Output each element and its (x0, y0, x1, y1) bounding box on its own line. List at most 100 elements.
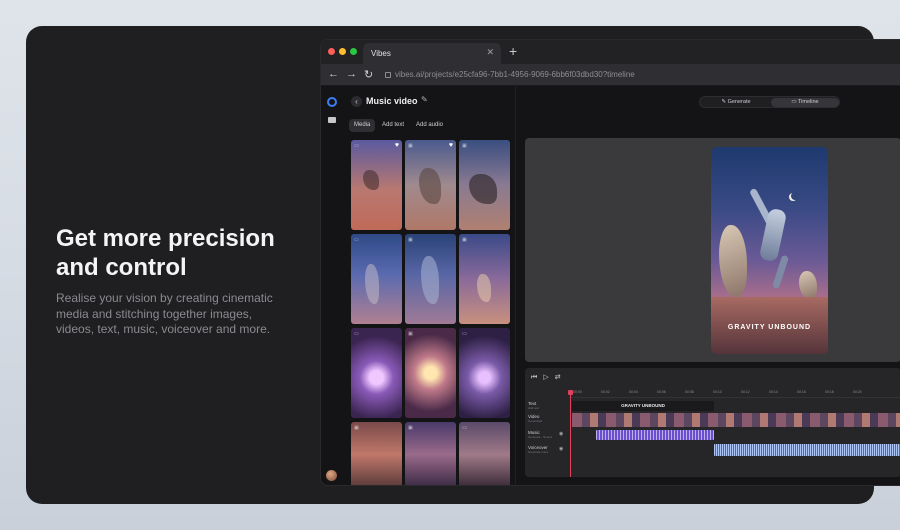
track-label-voiceover: Voiceover Generate voice (528, 445, 548, 455)
video-icon: ▭ (354, 237, 359, 243)
preview-frame[interactable]: GRAVITY UNBOUND (711, 147, 828, 354)
media-panel: ‹ Music video ✎ Media Add text Add audio… (343, 86, 515, 485)
media-thumbnail[interactable]: ▭ (459, 328, 510, 418)
timeline-tick: 00:06 (657, 390, 666, 394)
video-icon: ▭ (462, 425, 467, 431)
preview-title-overlay: GRAVITY UNBOUND (727, 324, 812, 331)
timeline-tick: 00:18 (825, 390, 834, 394)
back-arrow-icon[interactable]: ← (328, 68, 339, 80)
rock-graphic (719, 225, 747, 297)
url-text: vibes.ai/projects/e25cfa96-7bb1-4956-906… (395, 70, 635, 79)
playhead[interactable] (568, 390, 573, 477)
generate-mode-button[interactable]: ✎ Generate (702, 98, 770, 107)
window-minimize-button[interactable] (339, 48, 346, 55)
skip-back-icon[interactable]: ⏮ (531, 374, 537, 381)
music-clip[interactable] (596, 430, 714, 440)
image-icon: ▣ (408, 143, 413, 149)
media-thumbnail[interactable]: ▭ (351, 328, 402, 418)
tab-add-audio[interactable]: Add audio (411, 119, 448, 132)
timeline-mode-button[interactable]: ▭ Timeline (771, 98, 839, 107)
generate-label: Generate (727, 99, 751, 105)
loop-icon[interactable]: ⇄ (555, 374, 561, 381)
mode-toggle: ✎ Generate ▭ Timeline (699, 96, 840, 108)
heart-icon[interactable]: ♥ (449, 142, 453, 149)
window-close-button[interactable] (328, 48, 335, 55)
image-icon: ▣ (408, 425, 413, 431)
timeline-tick: 00:08 (685, 390, 694, 394)
media-thumbnail[interactable]: ▣ (405, 328, 456, 418)
heart-icon[interactable]: ♥ (395, 142, 399, 149)
lock-icon (385, 72, 391, 78)
voiceover-clip[interactable] (714, 444, 900, 456)
rock-graphic (799, 271, 817, 299)
timeline-tick: 00:04 (629, 390, 638, 394)
track-sub: Generate voice (528, 450, 549, 454)
folder-icon[interactable] (328, 117, 336, 123)
window-maximize-button[interactable] (350, 48, 357, 55)
video-icon: ▭ (354, 331, 359, 337)
media-thumbnail[interactable]: ▭ ♥ (351, 140, 402, 230)
timeline-tick: 00:16 (797, 390, 806, 394)
browser-tab-bar: Vibes ✕ + (321, 40, 900, 64)
text-clip[interactable]: GRAVITY UNBOUND (572, 401, 714, 411)
timeline-tick: 00:12 (741, 390, 750, 394)
project-title: Music video (366, 96, 418, 106)
track-label-music: Music Generate · Sound (528, 430, 552, 440)
tab-title: Vibes (371, 49, 391, 58)
tab-add-text[interactable]: Add text (377, 119, 409, 132)
timeline-panel: ⏮ ▷ ⇄ 00:00 00:02 00:04 00:06 00:08 00:10 00:12 0… (525, 368, 900, 477)
hero-title: Get more precision and control (56, 225, 275, 281)
media-thumbnail[interactable]: ▣ (459, 140, 510, 230)
browser-window: Vibes ✕ + ← → ↻ vibes.ai/projects/e25cfa… (320, 39, 900, 486)
track-label-text: Text Add text (528, 401, 539, 411)
forward-arrow-icon[interactable]: → (346, 68, 357, 80)
track-sub: Generated (528, 419, 543, 423)
editor-area: ✎ Generate ▭ Timeline GRAVITY UNBOUND ⏮ … (516, 86, 900, 485)
reload-icon[interactable]: ↻ (364, 68, 373, 81)
timeline-tick: 00:20 (853, 390, 862, 394)
pencil-icon[interactable]: ✎ (421, 95, 428, 104)
url-field[interactable]: vibes.ai/projects/e25cfa96-7bb1-4956-906… (385, 70, 635, 79)
moon-graphic (789, 192, 799, 201)
plus-icon[interactable]: + (509, 43, 517, 59)
eye-icon[interactable]: ◉ (559, 446, 563, 452)
image-icon: ▣ (462, 143, 467, 149)
media-thumbnail[interactable]: ▣ (405, 422, 456, 485)
play-icon[interactable]: ▷ (543, 374, 548, 381)
video-clip[interactable] (572, 413, 900, 427)
image-icon: ▣ (408, 237, 413, 243)
media-thumbnail[interactable]: ▣ (405, 234, 456, 324)
image-icon: ▣ (408, 331, 413, 337)
image-icon: ▣ (462, 237, 467, 243)
image-icon: ▣ (354, 425, 359, 431)
track-label-video: Video Generated (528, 414, 542, 424)
address-bar: ← → ↻ vibes.ai/projects/e25cfa96-7bb1-49… (321, 64, 900, 86)
media-thumbnail[interactable]: ▭ (459, 422, 510, 485)
timeline-label: Timeline (798, 99, 819, 105)
track-sub: Add text (528, 406, 540, 410)
close-icon[interactable]: ✕ (486, 47, 494, 58)
app-content: ‹ Music video ✎ Media Add text Add audio… (321, 86, 900, 485)
timeline-tick: 00:10 (713, 390, 722, 394)
eye-icon[interactable]: ◉ (559, 431, 563, 437)
timeline-tick: 00:02 (601, 390, 610, 394)
timeline-tick: 00:14 (769, 390, 778, 394)
media-thumbnail[interactable]: ▣ ♥ (405, 140, 456, 230)
video-icon: ▭ (462, 331, 467, 337)
dancer-graphic (771, 254, 790, 290)
media-thumbnail[interactable]: ▭ (351, 234, 402, 324)
timeline-ruler[interactable]: 00:00 00:02 00:04 00:06 00:08 00:10 00:12 00:14… (569, 389, 900, 398)
media-thumbnail[interactable]: ▣ (351, 422, 402, 485)
timeline-controls: ⏮ ▷ ⇄ (531, 373, 567, 382)
timeline-tick: 00:00 (573, 390, 582, 394)
media-thumbnail[interactable]: ▣ (459, 234, 510, 324)
back-button[interactable]: ‹ (351, 96, 362, 107)
avatar[interactable] (326, 470, 337, 481)
left-rail (321, 86, 343, 485)
track-sub: Generate · Sound (528, 435, 552, 439)
tab-media[interactable]: Media (349, 119, 376, 132)
video-icon: ▭ (354, 143, 359, 149)
video-preview: GRAVITY UNBOUND (525, 138, 900, 362)
browser-tab[interactable]: Vibes ✕ (363, 43, 501, 64)
app-logo-icon[interactable] (327, 97, 337, 107)
